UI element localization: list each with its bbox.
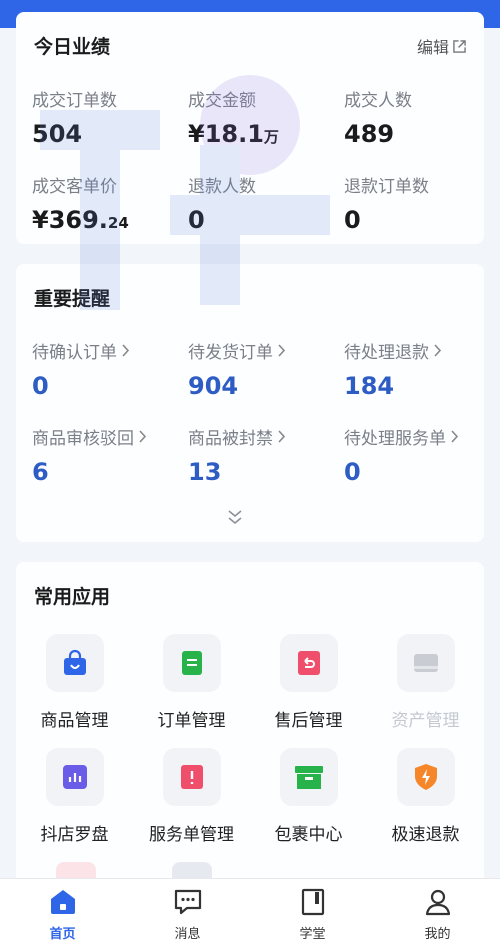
profile-icon [425,889,450,916]
reminder-value: 6 [32,458,49,486]
metric-label: 成交客单价 [32,177,117,197]
reminder-pending-service[interactable]: 待处理服务单 0 [344,424,494,487]
reminder-value: 0 [32,372,49,400]
app-compass[interactable]: 抖店罗盘 [16,748,133,845]
metric-label: 成交金额 [188,91,256,111]
reminder-pending-ship[interactable]: 待发货订单 904 [188,338,338,401]
apps-title: 常用应用 [34,586,111,608]
fast-refund-icon [414,764,437,790]
app-label: 售后管理 [274,711,343,731]
metric-value: 504 [32,120,83,148]
metric-label: 成交人数 [344,91,412,111]
tab-label: 学堂 [299,927,326,942]
chevron-right-icon [278,430,286,443]
message-icon [174,889,201,915]
compass-chart-icon [62,765,87,789]
chevron-right-icon [122,344,130,357]
chevron-right-icon [451,430,459,443]
service-ticket-icon [180,765,203,789]
app-label: 商品管理 [40,711,109,731]
reminders-card: 重要提醒 待确认订单 0 待发货订单 904 待处理退款 184 商品审核驳回 … [16,264,484,542]
reminder-review-rejected[interactable]: 商品审核驳回 6 [32,424,182,487]
expand-chevron-icon[interactable] [226,508,244,526]
tab-home[interactable]: 首页 [0,885,125,942]
reminder-label: 商品被封禁 [188,429,273,449]
reminder-value: 0 [344,458,361,486]
reminder-pending-confirm[interactable]: 待确认订单 0 [32,338,182,401]
tab-label: 我的 [424,927,451,942]
tab-label: 首页 [49,927,76,942]
metric-value: 0 [188,206,205,234]
metric-value: 0 [344,206,361,234]
package-box-icon [294,766,323,789]
app-label: 服务单管理 [149,825,234,845]
reminder-value: 13 [188,458,222,486]
asset-icon [413,654,438,672]
metric-refund-orders: 退款订单数 0 [344,172,494,235]
app-tile-peek [56,862,96,878]
metric-label: 退款订单数 [344,177,429,197]
reminder-label: 待处理服务单 [344,429,446,449]
edit-button[interactable]: 编辑 [417,34,466,58]
app-product-management[interactable]: 商品管理 [16,634,133,731]
app-fast-refund[interactable]: 极速退款 [367,748,484,845]
metric-value: 489 [344,120,395,148]
app-label: 包裹中心 [274,825,343,845]
edit-icon [453,39,466,53]
app-label: 极速退款 [391,825,460,845]
app-order-management[interactable]: 订单管理 [133,634,250,731]
chevron-right-icon [278,344,286,357]
metric-label: 成交订单数 [32,91,117,111]
metric-refund-people: 退款人数 0 [188,172,338,235]
tab-academy[interactable]: 学堂 [250,885,375,942]
tab-messages[interactable]: 消息 [125,885,250,942]
reminder-value: 904 [188,372,239,400]
metric-order-count: 成交订单数 504 [32,86,182,149]
performance-title: 今日业绩 [34,36,111,58]
app-after-sales[interactable]: 售后管理 [250,634,367,731]
reminder-pending-refund[interactable]: 待处理退款 184 [344,338,494,401]
order-list-icon [181,651,202,675]
app-label: 资产管理 [391,711,460,731]
after-sales-icon [297,651,320,675]
metric-avg-price: 成交客单价 ¥369.24 [32,172,182,238]
reminder-label: 商品审核驳回 [32,429,134,449]
metric-value: ¥18.1万 [188,120,279,148]
reminder-value: 184 [344,372,395,400]
chevron-right-icon [434,344,442,357]
app-label: 抖店罗盘 [40,825,109,845]
metric-buyer-count: 成交人数 489 [344,86,494,149]
book-icon [301,888,324,916]
app-service-ticket[interactable]: 服务单管理 [133,748,250,845]
app-package-center[interactable]: 包裹中心 [250,748,367,845]
chevron-right-icon [139,430,147,443]
reminders-title: 重要提醒 [34,288,111,310]
performance-card: 今日业绩 编辑 成交订单数 504 成交金额 ¥18.1万 成交人数 489 成… [16,12,484,244]
tab-profile[interactable]: 我的 [375,885,500,942]
metric-label: 退款人数 [188,177,256,197]
home-icon [50,890,75,914]
reminder-banned-products[interactable]: 商品被封禁 13 [188,424,338,487]
app-tile-peek [172,862,212,878]
app-label: 订单管理 [157,711,226,731]
bottom-tab-bar: 首页 消息 学堂 我的 [0,878,500,946]
reminder-label: 待确认订单 [32,343,117,363]
metric-deal-amount: 成交金额 ¥18.1万 [188,86,338,152]
shopping-bag-icon [63,649,86,675]
metric-value: ¥369.24 [32,206,129,234]
tab-label: 消息 [174,927,201,942]
app-asset-management[interactable]: 资产管理 [367,634,484,731]
edit-label: 编辑 [416,38,449,57]
reminder-label: 待处理退款 [344,343,429,363]
reminder-label: 待发货订单 [188,343,273,363]
